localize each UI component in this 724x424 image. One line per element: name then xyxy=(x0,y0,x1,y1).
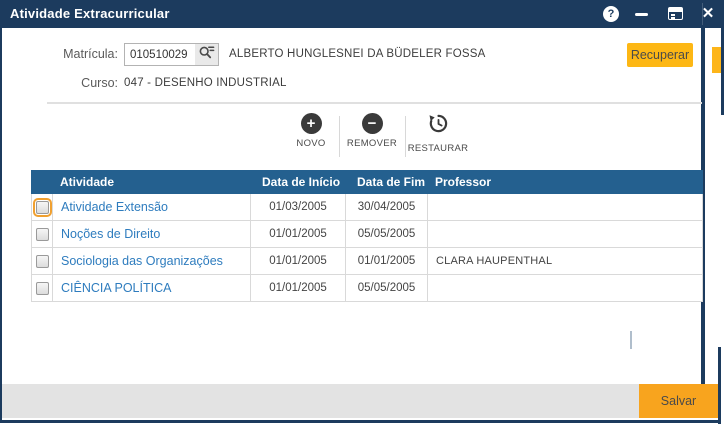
plus-circle-icon: + xyxy=(300,113,322,134)
recuperar-button[interactable]: Recuperar xyxy=(627,43,693,67)
dialog-bottom-border xyxy=(0,420,721,423)
row-checkbox[interactable] xyxy=(35,281,49,295)
restaurar-button[interactable]: RESTAURAR xyxy=(407,113,469,158)
restore-window-icon[interactable] xyxy=(668,7,683,20)
search-lookup-icon xyxy=(198,44,215,65)
row-checkbox[interactable] xyxy=(35,254,49,268)
matricula-lookup-button[interactable] xyxy=(195,43,219,66)
section-divider xyxy=(47,102,702,104)
start-date: 01/01/2005 xyxy=(251,275,346,301)
header-data-inicio: Data de Início xyxy=(262,175,341,189)
start-date: 01/03/2005 xyxy=(251,194,346,220)
background-window-button-sliver xyxy=(712,47,721,73)
row-checkbox[interactable] xyxy=(32,197,52,217)
novo-label: NOVO xyxy=(296,138,326,149)
activity-link[interactable]: Atividade Extensão xyxy=(61,200,168,214)
minus-circle-icon: − xyxy=(361,113,383,134)
toolbar-separator xyxy=(405,116,406,157)
footer-bar xyxy=(2,384,718,418)
titlebar-window-edge xyxy=(702,3,703,25)
table-row[interactable]: Atividade Extensão 01/03/2005 30/04/2005 xyxy=(31,194,703,221)
table-header: Atividade Data de Início Data de Fim Pro… xyxy=(31,170,703,194)
remover-label: REMOVER xyxy=(346,138,398,149)
page-title: Atividade Extracurricular xyxy=(10,6,170,21)
activity-link[interactable]: Sociologia das Organizações xyxy=(61,254,223,268)
student-name: ALBERTO HUNGLESNEI DA BÜDELER FOSSA xyxy=(229,48,486,60)
salvar-button[interactable]: Salvar xyxy=(639,384,718,418)
start-date: 01/01/2005 xyxy=(251,221,346,247)
header-professor: Professor xyxy=(435,175,492,189)
table-row[interactable]: Sociologia das Organizações 01/01/2005 0… xyxy=(31,248,703,275)
matricula-input[interactable] xyxy=(124,43,196,66)
start-date: 01/01/2005 xyxy=(251,248,346,274)
end-date: 05/05/2005 xyxy=(346,221,428,247)
professor xyxy=(428,221,702,247)
dialog-left-border xyxy=(0,0,2,423)
activities-table: Atividade Data de Início Data de Fim Pro… xyxy=(31,170,703,302)
header-data-fim: Data de Fim xyxy=(357,175,426,189)
row-checkbox[interactable] xyxy=(35,227,49,241)
text-cursor-artifact xyxy=(630,331,632,349)
end-date: 01/01/2005 xyxy=(346,248,428,274)
professor: CLARA HAUPENTHAL xyxy=(436,255,553,267)
professor xyxy=(428,194,702,220)
professor xyxy=(428,275,702,301)
activity-link[interactable]: Noções de Direito xyxy=(61,227,160,241)
novo-button[interactable]: + NOVO xyxy=(287,113,335,158)
table-row[interactable]: CIÊNCIA POLÍTICA 01/01/2005 05/05/2005 xyxy=(31,275,703,302)
curso-value: 047 - DESENHO INDUSTRIAL xyxy=(124,77,287,89)
table-row[interactable]: Noções de Direito 01/01/2005 05/05/2005 xyxy=(31,221,703,248)
toolbar-separator xyxy=(339,116,340,157)
end-date: 30/04/2005 xyxy=(346,194,428,220)
remover-button[interactable]: − REMOVER xyxy=(344,113,400,158)
curso-label: Curso: xyxy=(81,76,118,90)
matricula-label: Matrícula: xyxy=(63,47,118,61)
header-atividade: Atividade xyxy=(60,175,115,189)
history-restore-icon xyxy=(428,113,449,139)
restaurar-label: RESTAURAR xyxy=(407,143,469,154)
help-icon[interactable]: ? xyxy=(603,6,619,22)
minimize-icon[interactable] xyxy=(635,13,648,16)
activity-link[interactable]: CIÊNCIA POLÍTICA xyxy=(61,281,171,295)
background-window-edge-bottom xyxy=(718,347,721,424)
end-date: 05/05/2005 xyxy=(346,275,428,301)
